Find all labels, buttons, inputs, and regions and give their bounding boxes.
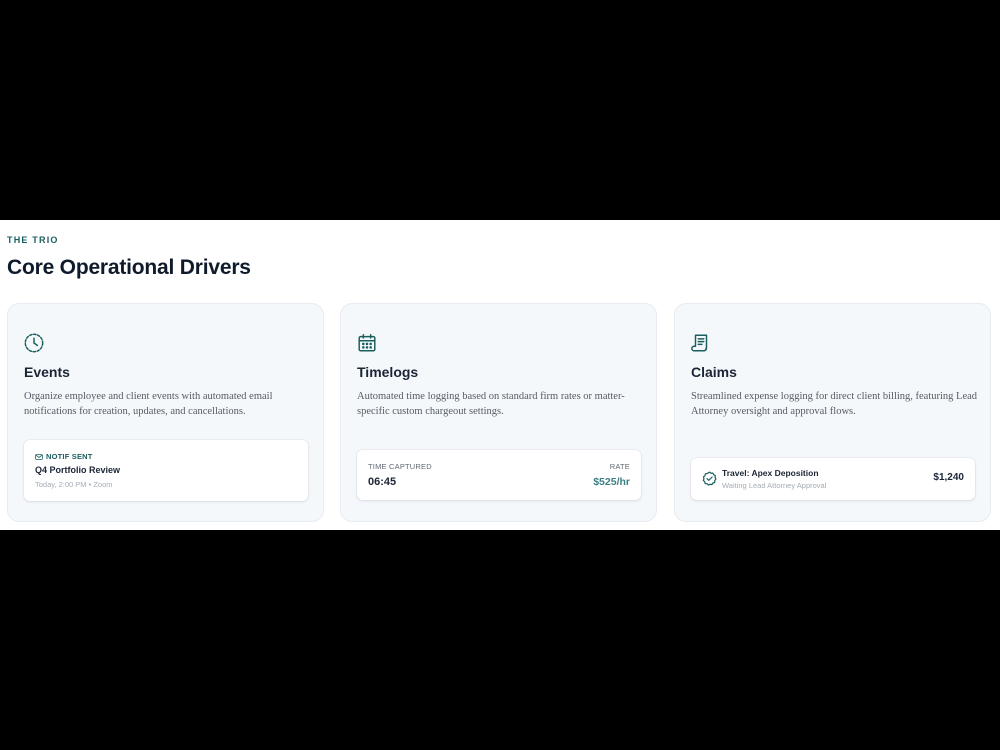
timelogs-title: Timelogs <box>357 364 419 380</box>
time-captured-value: 06:45 <box>368 476 397 488</box>
events-title: Events <box>24 364 70 380</box>
claims-description: Streamlined expense logging for direct c… <box>691 391 978 417</box>
notif-tag: NOTIF SENT <box>35 452 93 461</box>
time-captured-label: TIME CAPTURED <box>368 462 432 471</box>
letterbox-top <box>0 0 1000 220</box>
notif-tag-label: NOTIF SENT <box>46 452 93 461</box>
section-eyebrow: THE TRIO <box>7 235 59 245</box>
letterbox-bottom <box>0 530 1000 750</box>
receipt-icon <box>690 332 712 354</box>
claims-card: Claims Streamlined expense logging for d… <box>674 303 991 522</box>
clock-icon <box>23 332 45 354</box>
claim-amount: $1,240 <box>933 472 964 483</box>
section-title: Core Operational Drivers <box>7 256 251 279</box>
time-capture-preview: TIME CAPTURED RATE 06:45 $525/hr <box>357 450 641 500</box>
claims-title: Claims <box>691 364 737 380</box>
rate-value: $525/hr <box>593 476 630 488</box>
check-badge-icon <box>702 471 717 486</box>
operational-drivers-section: THE TRIO Core Operational Drivers Events… <box>0 220 1000 530</box>
rate-label: RATE <box>609 462 630 471</box>
notification-preview: NOTIF SENT Q4 Portfolio Review Today, 2:… <box>24 440 308 501</box>
timelogs-description: Automated time logging based on standard… <box>357 391 625 417</box>
mail-icon <box>35 453 43 461</box>
event-meta: Today, 2:00 PM • Zoom <box>35 480 113 489</box>
claim-status: Waiting Lead Attorney Approval <box>722 481 827 490</box>
claim-title: Travel: Apex Deposition <box>722 468 819 478</box>
event-title: Q4 Portfolio Review <box>35 465 121 475</box>
calendar-icon <box>356 332 378 354</box>
timelogs-card: Timelogs Automated time logging based on… <box>340 303 657 522</box>
claim-preview: Travel: Apex Deposition Waiting Lead Att… <box>691 458 975 500</box>
events-card: Events Organize employee and client even… <box>7 303 324 522</box>
events-description: Organize employee and client events with… <box>24 391 273 417</box>
